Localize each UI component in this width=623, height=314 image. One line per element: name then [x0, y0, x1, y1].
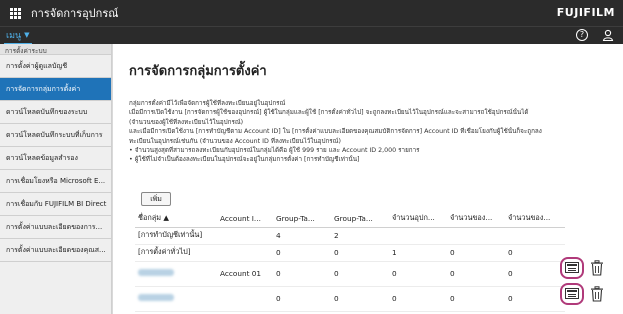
cell — [447, 227, 505, 245]
apps-grid-icon[interactable] — [10, 7, 21, 19]
cell-group-name — [135, 286, 217, 312]
column-header-group-tag-2[interactable]: Group-Ta... — [331, 210, 389, 228]
description-line: • ผู้ใช้ที่ไม่จำเป็นต้องลงทะเบียนในอุปกร… — [129, 156, 360, 164]
cell: 0 — [447, 286, 505, 312]
cell: 0 — [273, 261, 331, 287]
table-header-row: ชื่อกลุ่ม ▲ Account I... Group-Ta... Gro… — [135, 210, 565, 228]
cell-account-id — [217, 286, 273, 312]
cell: 0 — [331, 244, 389, 262]
cell: 0 — [447, 261, 505, 287]
help-icon[interactable]: ? — [576, 29, 588, 41]
cell: 0 — [389, 286, 447, 312]
table-row[interactable]: Account 01 0 0 0 0 0 — [135, 261, 565, 287]
menu-button[interactable]: เมนู ▼ — [4, 28, 32, 45]
cell-group-name: [การทำบัญชีเท่านั้น] — [135, 227, 217, 245]
sidebar-item-label: การเชื่อมกับ FUJIFILM BI Direct — [6, 199, 107, 208]
description-line: • จำนวนสูงสุดที่สามารถลงทะเบียนกับอุปกรณ… — [129, 147, 420, 155]
cell-group-name: [การตั้งค่าทั่วไป] — [135, 244, 217, 262]
sidebar-item-label: การตั้งค่าแบบละเอียดของการ... — [6, 222, 103, 231]
description-line: และเมื่อมีการเปิดใช้งาน [การทำบัญชีตาม A… — [129, 128, 542, 136]
page-title: การจัดการกลุ่มการตั้งค่า — [129, 64, 267, 79]
description-line: (จำนวนของผู้ใช้ที่ลงทะเบียนไว้ในอุปกรณ์) — [129, 118, 244, 126]
sidebar-item-label: การเชื่อมโยงหรือ Microsoft E... — [6, 176, 106, 185]
sidebar-item-fujifilm-bi-direct[interactable]: การเชื่อมกับ FUJIFILM BI Direct — [0, 193, 111, 216]
row-action-group — [559, 283, 607, 305]
cell: 1 — [389, 244, 447, 262]
cell-account-id — [217, 227, 273, 245]
cell: 0 — [505, 286, 565, 312]
description-line: ทะเบียนในอุปกรณ์เช่นกัน (จำนวนของ Accoun… — [129, 137, 341, 145]
sidebar-item-label: การจัดการกลุ่มการตั้งค่า — [6, 84, 81, 93]
table-row[interactable]: 0 0 0 0 0 — [135, 286, 565, 312]
menu-label: เมนู — [6, 31, 22, 41]
cell: 0 — [389, 261, 447, 287]
sidebar-item-download-audit-log[interactable]: ดาวน์โหลดบันทึกระบบที่เก็บการ — [0, 124, 111, 147]
sidebar-item-settings-group[interactable]: การจัดการกลุ่มการตั้งค่า — [0, 78, 111, 101]
cell: 0 — [273, 286, 331, 312]
cell-account-id — [217, 244, 273, 262]
chevron-down-icon: ▼ — [24, 31, 30, 39]
menu-bar: เมนู ▼ ? — [0, 26, 623, 45]
cell: 0 — [505, 261, 565, 287]
description-line: กลุ่มการตั้งค่ามีไว้เพื่อจัดการผู้ใช้ที่… — [129, 100, 286, 107]
sidebar-item-download-backup[interactable]: ดาวน์โหลดข้อมูลสำรอง — [0, 147, 111, 170]
redacted-text — [138, 269, 174, 276]
column-header-count-b[interactable]: จำนวนของ... — [505, 210, 565, 228]
sidebar-item-microsoft-link[interactable]: การเชื่อมโยงหรือ Microsoft E... — [0, 170, 111, 193]
sidebar-item-label: ดาวน์โหลดบันทึกของระบบ — [6, 107, 88, 116]
sidebar-item-label: ดาวน์โหลดบันทึกระบบที่เก็บการ — [6, 130, 103, 139]
cell: 2 — [331, 227, 389, 245]
top-bar: การจัดการอุปกรณ์ FUJIFILM — [0, 0, 623, 26]
cell: 0 — [331, 286, 389, 312]
sidebar: การตั้งค่าระบบ การตั้งค่าผู้ดูแลบัญชี กา… — [0, 44, 112, 314]
description-line: เมื่อมีการเปิดใช้งาน [การจัดการผู้ใช้ของ… — [129, 109, 529, 117]
description: กลุ่มการตั้งค่ามีไว้เพื่อจัดการผู้ใช้ที่… — [129, 99, 619, 165]
sidebar-item-advanced-settings-1[interactable]: การตั้งค่าแบบละเอียดของการ... — [0, 216, 111, 239]
sidebar-item-label: การตั้งค่าผู้ดูแลบัญชี — [6, 61, 68, 70]
cell: 0 — [331, 261, 389, 287]
row-action-group — [559, 257, 607, 279]
column-header-group-tag-1[interactable]: Group-Ta... — [273, 210, 331, 228]
sidebar-item-account-admin[interactable]: การตั้งค่าผู้ดูแลบัญชี — [0, 55, 111, 78]
column-header-account-id[interactable]: Account I... — [217, 210, 273, 228]
sidebar-item-advanced-settings-2[interactable]: การตั้งค่าแบบละเอียดของคุณส... — [0, 239, 111, 262]
cell: 0 — [447, 244, 505, 262]
column-header-group-name[interactable]: ชื่อกลุ่ม ▲ — [135, 210, 217, 228]
table-row[interactable]: [การตั้งค่าทั่วไป] 0 0 1 0 0 — [135, 244, 565, 262]
cell-group-name — [135, 261, 217, 287]
table-row[interactable]: [การทำบัญชีเท่านั้น] 4 2 — [135, 227, 565, 245]
sidebar-item-download-system-log[interactable]: ดาวน์โหลดบันทึกของระบบ — [0, 101, 111, 124]
sidebar-item-label: ดาวน์โหลดข้อมูลสำรอง — [6, 153, 78, 162]
sidebar-section-title: การตั้งค่าระบบ — [0, 44, 111, 55]
column-header-device-count[interactable]: จำนวนอุปก... — [389, 210, 447, 228]
cell — [505, 227, 565, 245]
sidebar-item-label: การตั้งค่าแบบละเอียดของคุณส... — [6, 245, 106, 254]
cell — [389, 227, 447, 245]
edit-card-icon[interactable] — [565, 288, 579, 299]
user-icon[interactable] — [602, 29, 614, 41]
group-table: ชื่อกลุ่ม ▲ Account I... Group-Ta... Gro… — [135, 210, 565, 312]
cell-account-id: Account 01 — [217, 261, 273, 287]
cell: 0 — [273, 244, 331, 262]
cell: 0 — [505, 244, 565, 262]
add-button[interactable]: เพิ่ม — [141, 192, 171, 206]
app-title: การจัดการอุปกรณ์ — [31, 7, 119, 20]
trash-icon[interactable] — [590, 260, 604, 276]
trash-icon[interactable] — [590, 286, 604, 302]
brand-logo: FUJIFILM — [556, 6, 615, 19]
cell: 4 — [273, 227, 331, 245]
edit-card-icon[interactable] — [565, 262, 579, 273]
column-header-count-a[interactable]: จำนวนของ... — [447, 210, 505, 228]
main-content: การจัดการกลุ่มการตั้งค่า กลุ่มการตั้งค่า… — [113, 44, 623, 314]
redacted-text — [138, 294, 174, 301]
